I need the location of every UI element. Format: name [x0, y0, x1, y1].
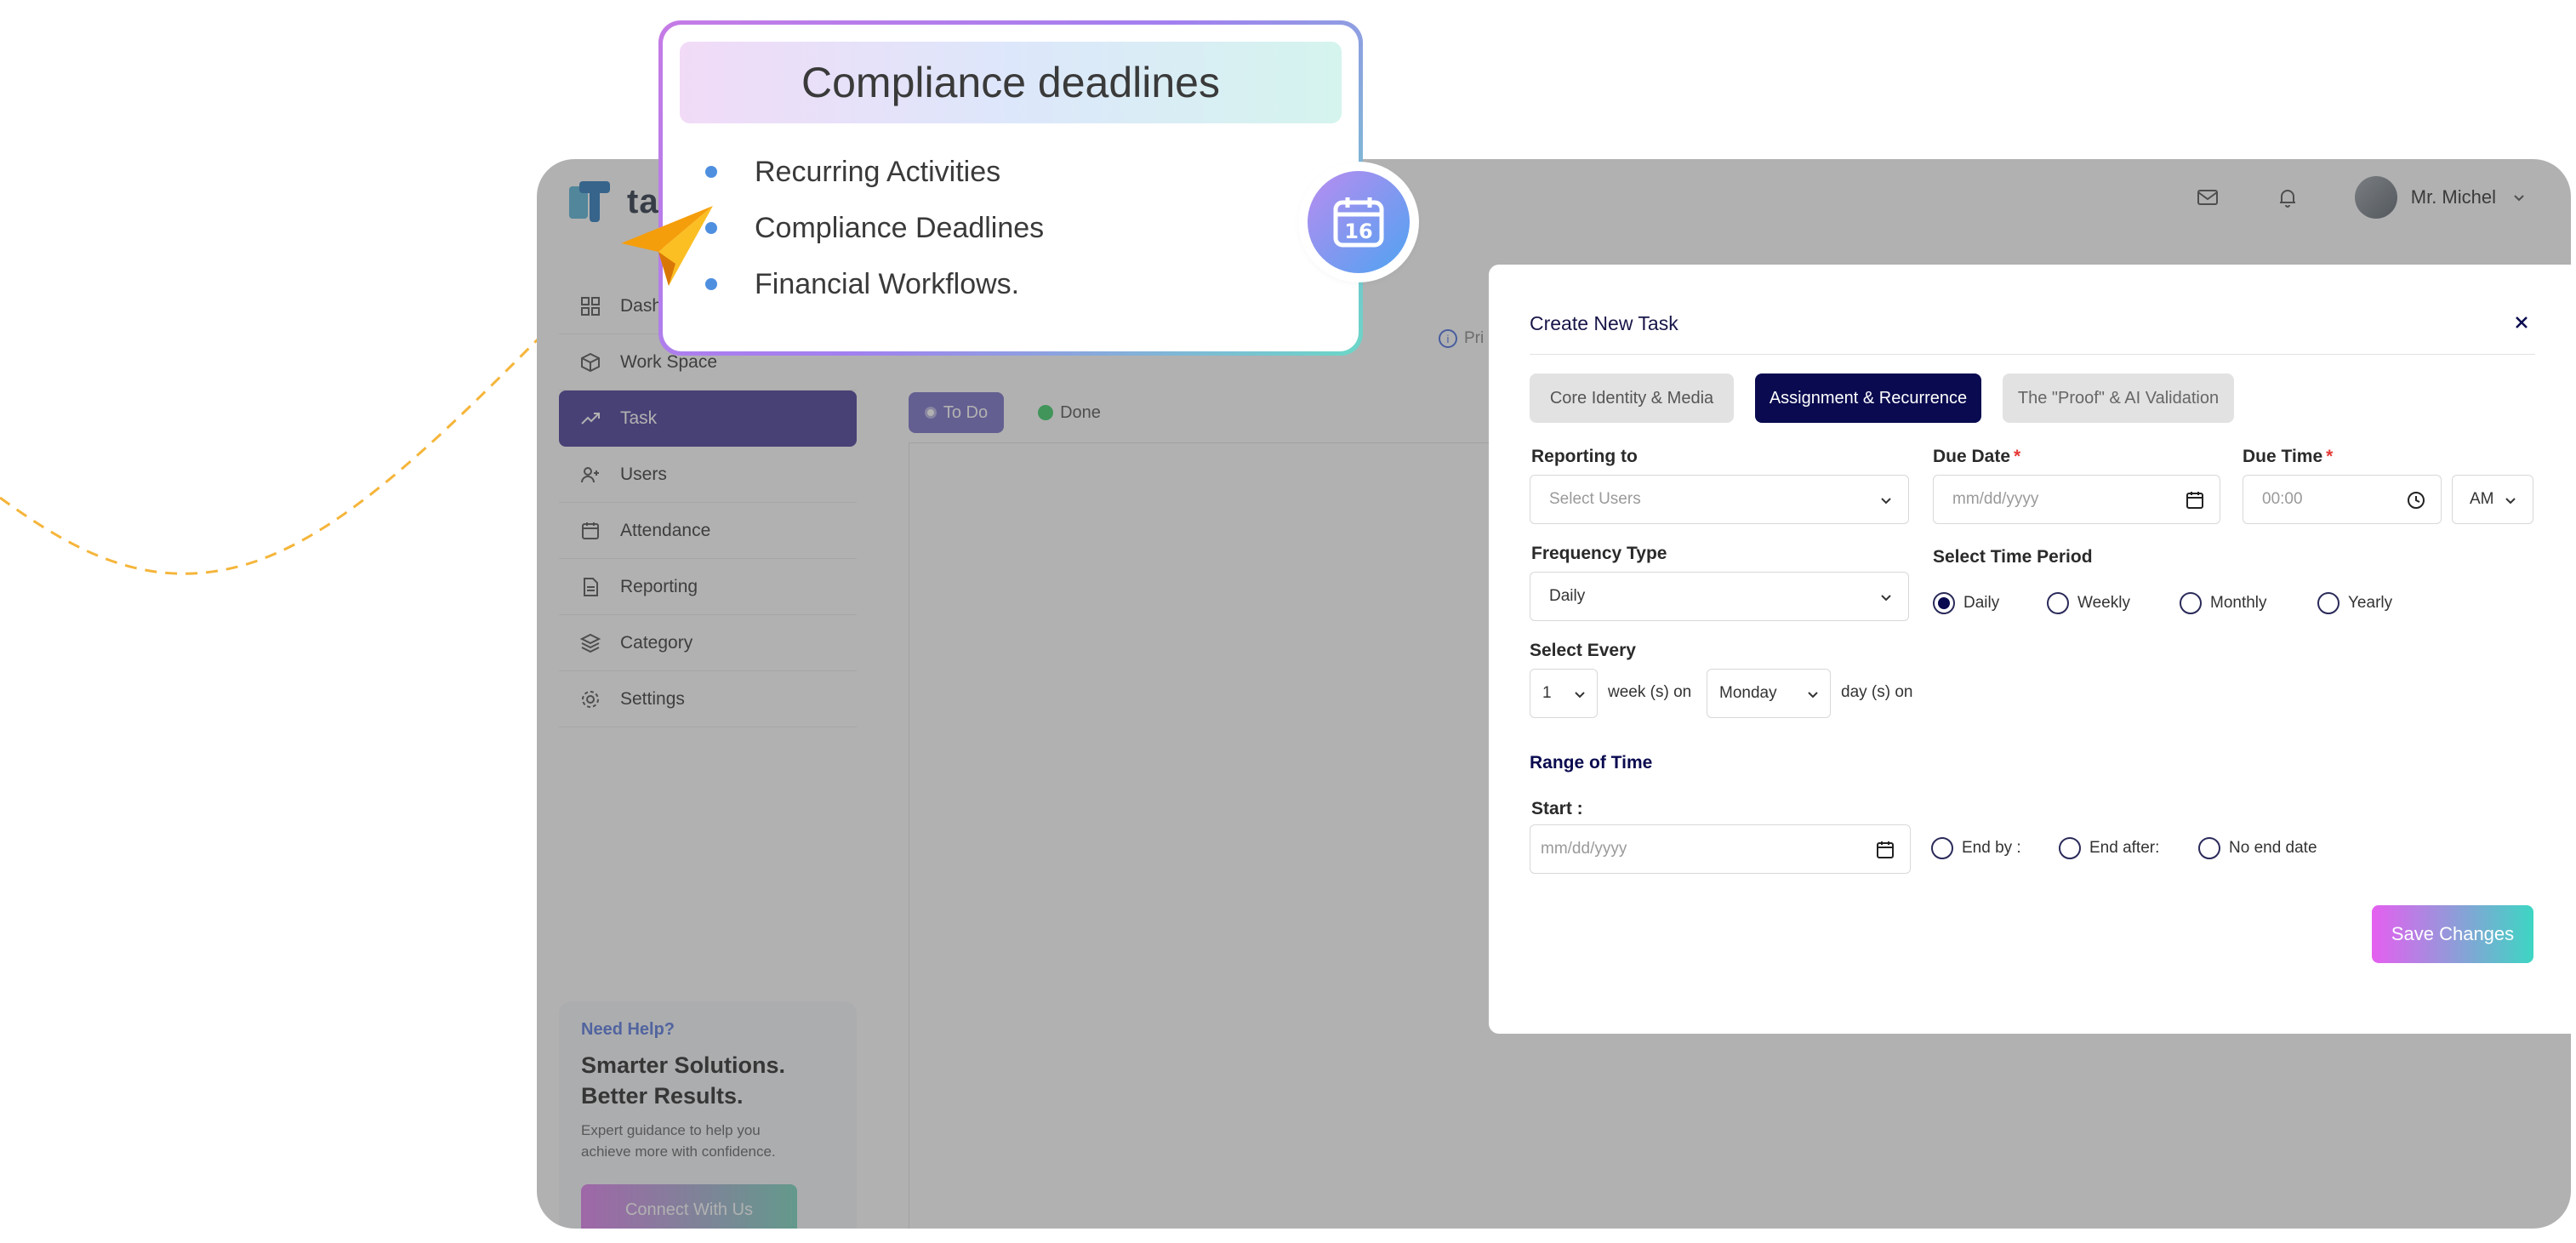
calendar-badge-icon: 16 [1308, 171, 1410, 273]
start-date-input[interactable]: mm/dd/yyyy [1530, 824, 1911, 874]
radio-end-by[interactable]: End by : [1931, 837, 2021, 859]
chevron-down-icon [1881, 595, 1891, 602]
radio-monthly[interactable]: Monthly [2180, 592, 2267, 614]
clock-icon[interactable] [2405, 489, 2427, 511]
select-every-label: Select Every [1530, 641, 1636, 660]
callout-item-label: Compliance Deadlines [755, 211, 1045, 244]
radio-button[interactable] [2198, 837, 2220, 859]
due-date-label-text: Due Date [1933, 447, 2011, 466]
list-item: Financial Workflows. [705, 256, 1044, 312]
radio-button[interactable] [2047, 592, 2069, 614]
callout-card: Compliance deadlines Recurring Activitie… [658, 20, 1363, 356]
radio-label: Daily [1963, 594, 2000, 612]
callout-title: Compliance deadlines [680, 42, 1342, 123]
radio-label: Yearly [2348, 594, 2393, 612]
callout-inner: Compliance deadlines Recurring Activitie… [663, 25, 1359, 351]
every-count-select[interactable]: 1 [1530, 669, 1598, 718]
calendar-date-icon: 16 [1333, 197, 1384, 248]
meridiem-value: AM [2470, 490, 2494, 508]
reporting-to-select[interactable]: Select Users [1530, 475, 1909, 524]
modal-divider [1530, 354, 2535, 355]
radio-button[interactable] [1933, 592, 1955, 614]
bullet-icon [705, 166, 717, 178]
due-date-placeholder: mm/dd/yyyy [1952, 490, 2039, 508]
callout-item-label: Recurring Activities [755, 155, 1001, 188]
radio-button[interactable] [2317, 592, 2339, 614]
due-time-placeholder: 00:00 [2262, 490, 2303, 508]
radio-no-end-date[interactable]: No end date [2198, 837, 2317, 859]
radio-weekly[interactable]: Weekly [2047, 592, 2130, 614]
chevron-down-icon [1881, 498, 1891, 505]
required-marker: * [2326, 447, 2334, 466]
week-on-text: week (s) on [1608, 683, 1692, 701]
radio-button[interactable] [2059, 837, 2081, 859]
radio-yearly[interactable]: Yearly [2317, 592, 2392, 614]
start-label: Start : [1531, 799, 1583, 818]
reporting-to-placeholder: Select Users [1549, 490, 1641, 508]
modal-title: Create New Task [1530, 312, 1678, 334]
due-time-label: Due Time * [2243, 447, 2333, 467]
list-item: Recurring Activities [705, 144, 1044, 200]
callout-list: Recurring Activities Compliance Deadline… [705, 144, 1045, 312]
radio-label: No end date [2229, 839, 2317, 857]
day-on-text: day (s) on [1841, 683, 1913, 701]
frequency-type-select[interactable]: Daily [1530, 572, 1909, 621]
close-icon[interactable] [2510, 311, 2533, 334]
tab-assignment-recurrence[interactable]: Assignment & Recurrence [1755, 373, 1981, 423]
due-date-input[interactable]: mm/dd/yyyy [1933, 475, 2220, 524]
reporting-to-label: Reporting to [1531, 447, 1638, 466]
radio-label: Monthly [2210, 594, 2267, 612]
chevron-down-icon [1575, 692, 1585, 698]
frequency-type-label: Frequency Type [1531, 544, 1667, 563]
radio-label: End after: [2089, 839, 2160, 857]
calendar-icon[interactable] [2184, 489, 2206, 511]
time-period-label: Select Time Period [1933, 547, 2093, 567]
radio-button[interactable] [2180, 592, 2202, 614]
list-item: Compliance Deadlines [705, 200, 1045, 256]
callout-item-label: Financial Workflows. [755, 267, 1020, 300]
every-count-value: 1 [1542, 684, 1552, 702]
radio-end-after[interactable]: End after: [2059, 837, 2159, 859]
tab-proof-ai-validation[interactable]: The "Proof" & AI Validation [2003, 373, 2234, 423]
day-value: Monday [1719, 684, 1777, 702]
chevron-down-icon [1808, 692, 1818, 698]
tab-core-identity[interactable]: Core Identity & Media [1530, 373, 1734, 423]
paper-plane-icon [621, 206, 713, 286]
calendar-badge-number: 16 [1344, 220, 1372, 243]
meridiem-select[interactable]: AM [2452, 475, 2533, 524]
frequency-type-value: Daily [1549, 587, 1586, 605]
due-time-input[interactable]: 00:00 [2243, 475, 2442, 524]
due-time-label-text: Due Time [2243, 447, 2323, 466]
radio-label: End by : [1962, 839, 2021, 857]
due-date-label: Due Date * [1933, 447, 2020, 467]
calendar-icon[interactable] [1874, 839, 1896, 861]
radio-daily[interactable]: Daily [1933, 592, 1999, 614]
radio-button[interactable] [1931, 837, 1953, 859]
chevron-down-icon [2505, 498, 2516, 505]
start-date-placeholder: mm/dd/yyyy [1541, 840, 1627, 858]
radio-label: Weekly [2077, 594, 2130, 612]
day-select[interactable]: Monday [1707, 669, 1831, 718]
required-marker: * [2014, 447, 2021, 466]
range-of-time-title: Range of Time [1530, 753, 1653, 773]
save-changes-button[interactable]: Save Changes [2372, 905, 2533, 963]
calendar-badge: 16 [1302, 165, 1416, 279]
create-task-modal: Create New Task Core Identity & Media As… [1489, 265, 2576, 1034]
